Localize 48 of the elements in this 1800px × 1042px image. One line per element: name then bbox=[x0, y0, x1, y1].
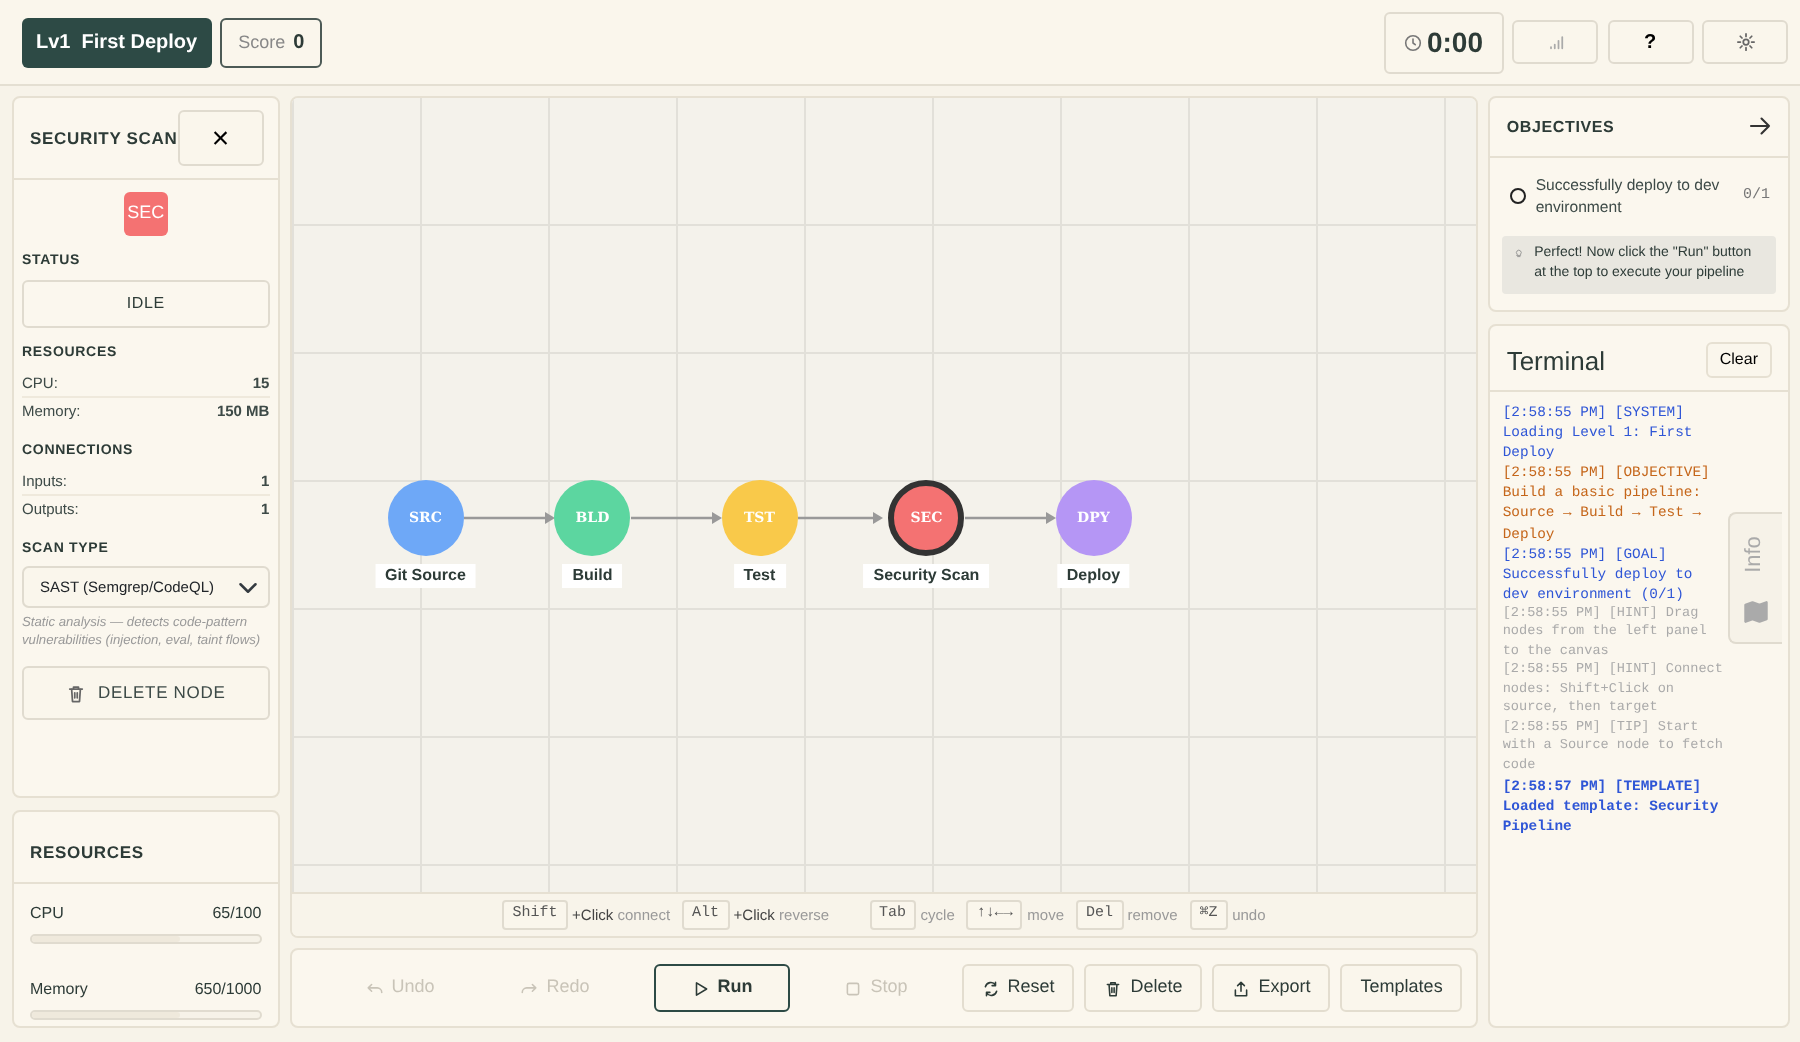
node-label: Git Source bbox=[374, 564, 476, 588]
help-button[interactable]: ? bbox=[1607, 20, 1693, 64]
play-icon bbox=[691, 979, 710, 997]
templates-button[interactable]: Templates bbox=[1340, 964, 1463, 1012]
signal-bars-icon bbox=[1545, 32, 1565, 52]
meter-label: Memory bbox=[30, 977, 88, 1002]
score-badge: Score 0 bbox=[220, 17, 323, 67]
settings-icon bbox=[1735, 32, 1755, 52]
export-button[interactable]: Export bbox=[1212, 964, 1331, 1012]
node-label: Test bbox=[733, 564, 786, 588]
timer: 0:00 bbox=[1384, 11, 1503, 73]
delete-node-button[interactable]: DELETE NODE bbox=[22, 666, 270, 721]
run-button[interactable]: Run bbox=[653, 964, 791, 1012]
clear-button[interactable]: Clear bbox=[1705, 342, 1772, 379]
node-label: Build bbox=[562, 564, 623, 588]
trash-icon bbox=[65, 683, 86, 704]
clock-icon bbox=[1404, 33, 1423, 51]
level-badge: Lv1 First Deploy bbox=[22, 17, 212, 67]
delete-button[interactable]: Delete bbox=[1084, 964, 1203, 1012]
node-badge: SEC bbox=[123, 192, 168, 236]
status-field: IDLE bbox=[22, 279, 270, 327]
refresh-icon bbox=[981, 979, 1000, 997]
folded-map-icon bbox=[1742, 598, 1770, 626]
meter-reading: 650/1000 bbox=[194, 977, 262, 1002]
reset-button[interactable]: Reset bbox=[961, 964, 1075, 1012]
panel-title: SECURITY SCAN bbox=[30, 125, 178, 151]
meter-reading: 65/100 bbox=[212, 901, 262, 926]
settings-button[interactable] bbox=[1702, 20, 1788, 64]
connector-arrow bbox=[964, 512, 1056, 524]
node-label: Deploy bbox=[1056, 564, 1131, 588]
panel-title: RESOURCES bbox=[30, 840, 146, 866]
trash-icon bbox=[1104, 979, 1123, 997]
terminal-title: Terminal bbox=[1506, 343, 1605, 380]
redo-icon bbox=[520, 979, 539, 997]
share-icon bbox=[1232, 979, 1251, 997]
close-button[interactable]: × bbox=[177, 110, 264, 166]
collapse-button[interactable] bbox=[1748, 113, 1772, 141]
connector-arrow bbox=[463, 512, 555, 524]
square-icon bbox=[844, 979, 863, 997]
arrow-right-icon bbox=[1748, 114, 1772, 139]
lightbulb-icon bbox=[1514, 243, 1525, 262]
connector-arrow bbox=[797, 512, 883, 524]
stats-button[interactable] bbox=[1512, 20, 1598, 64]
panel-title: OBJECTIVES bbox=[1506, 115, 1615, 139]
undo-icon bbox=[365, 979, 384, 997]
meter-label: CPU bbox=[30, 901, 64, 926]
node-label: Security Scan bbox=[863, 564, 990, 588]
connector-arrow bbox=[630, 512, 722, 524]
